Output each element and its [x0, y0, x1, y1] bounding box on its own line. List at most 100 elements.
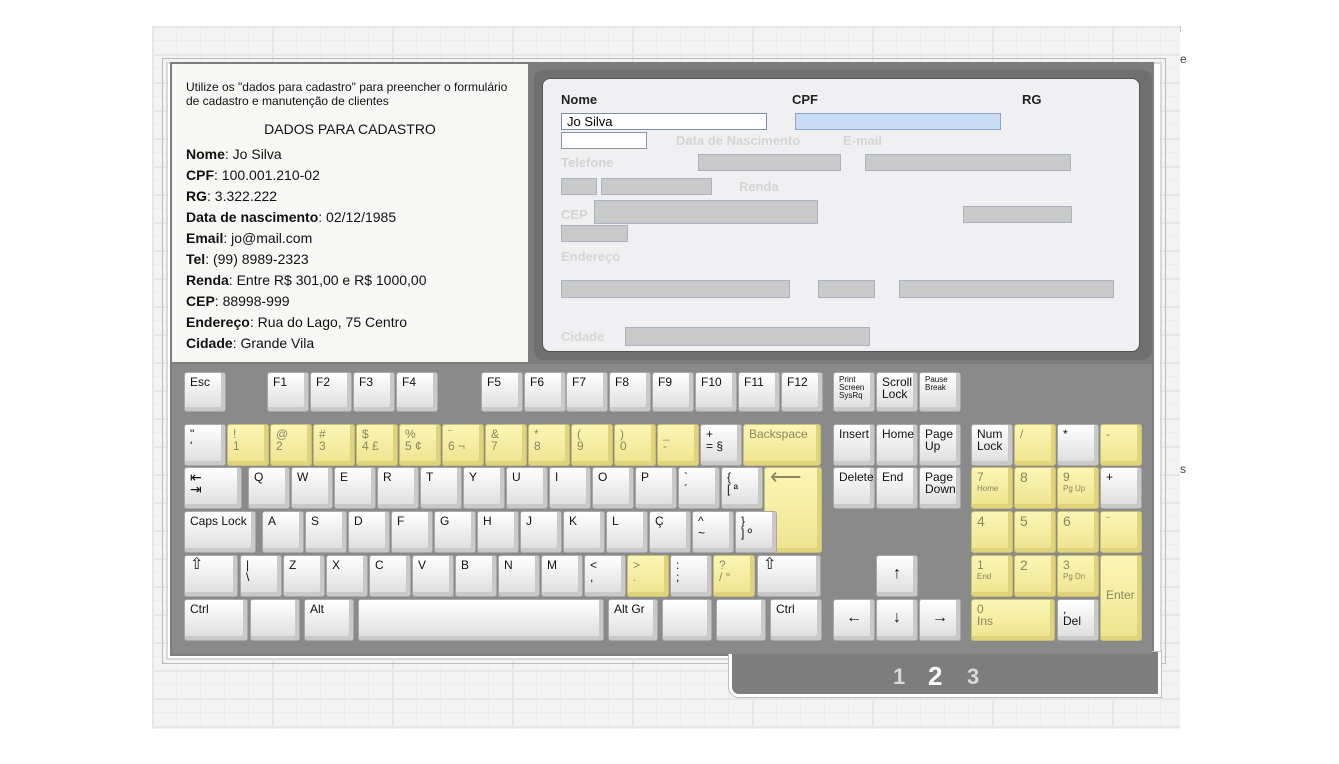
key-g[interactable]: G	[434, 511, 476, 553]
key-t[interactable]: T	[420, 467, 462, 509]
key-num-1[interactable]: ! 1	[227, 424, 269, 466]
page-2-current[interactable]: 2	[928, 661, 942, 692]
key-ctrl-left[interactable]: Ctrl	[184, 599, 248, 641]
key-f11[interactable]: F11	[738, 372, 780, 412]
key-pause-break[interactable]: Pause Break	[919, 372, 961, 412]
cpf-input[interactable]	[795, 113, 1001, 130]
numero-input[interactable]	[818, 280, 875, 298]
key-num-0[interactable]: 0 Ins	[971, 599, 1055, 641]
cep-suffix-input[interactable]	[561, 225, 628, 242]
key-f1[interactable]: F1	[267, 372, 309, 412]
key-num-2[interactable]: @2	[270, 424, 312, 466]
key-tab[interactable]: ⇤ ⇥	[184, 467, 242, 509]
key-z-row-1[interactable]: Z	[283, 555, 325, 597]
key-z-row-11[interactable]: ? / °	[713, 555, 755, 597]
key-arrow-left[interactable]: ←	[833, 599, 875, 641]
key-num-4[interactable]: 4	[971, 511, 1013, 553]
key-num-8[interactable]: * 8	[528, 424, 570, 466]
key-z-row-8[interactable]: <,	[584, 555, 626, 597]
key-num-4[interactable]: $4 £	[356, 424, 398, 466]
key-page-down[interactable]: Page Down	[919, 467, 961, 509]
cep-input[interactable]	[963, 206, 1072, 223]
key-a[interactable]: A	[262, 511, 304, 553]
key-menu[interactable]	[716, 599, 766, 641]
key-num-11[interactable]: _ -	[657, 424, 699, 466]
key-z-row-4[interactable]: V	[412, 555, 454, 597]
key-i[interactable]: I	[549, 467, 591, 509]
key-e[interactable]: E	[334, 467, 376, 509]
key-z-row-6[interactable]: N	[498, 555, 540, 597]
key-f8[interactable]: F8	[609, 372, 651, 412]
key-num-9[interactable]: (9	[571, 424, 613, 466]
key-num-del[interactable]: , Del	[1057, 599, 1099, 641]
key-num-8[interactable]: 8	[1014, 467, 1056, 509]
key-num-enter[interactable]: Enter	[1100, 555, 1142, 641]
key-page-up[interactable]: Page Up	[919, 424, 961, 466]
key-z-row-5[interactable]: B	[455, 555, 497, 597]
key-f6[interactable]: F6	[524, 372, 566, 412]
key-shift-right[interactable]: ⇧	[757, 555, 821, 597]
telefone-input[interactable]	[601, 178, 712, 195]
key-k[interactable]: K	[563, 511, 605, 553]
key-num-7[interactable]: & 7	[485, 424, 527, 466]
key-num-6[interactable]: ¨ 6 ¬	[442, 424, 484, 466]
ddd-input[interactable]	[561, 178, 597, 195]
key-num-slash[interactable]: /	[1014, 424, 1056, 466]
key-arrow-right[interactable]: →	[919, 599, 961, 641]
key-f10[interactable]: F10	[695, 372, 737, 412]
page-1-link[interactable]: 1	[893, 664, 905, 690]
key-alt[interactable]: Alt	[304, 599, 354, 641]
key-f12[interactable]: F12	[781, 372, 823, 412]
key-print-screen[interactable]: Print Screen SysRq	[833, 372, 875, 412]
key-f7[interactable]: F7	[566, 372, 608, 412]
key-q[interactable]: Q	[248, 467, 290, 509]
key-num-7[interactable]: 7 Home	[971, 467, 1013, 509]
key-z-row-0[interactable]: | \	[240, 555, 282, 597]
key-num-3[interactable]: #3	[313, 424, 355, 466]
endereco-input[interactable]	[561, 280, 790, 298]
key-num-6[interactable]: 6	[1057, 511, 1099, 553]
key-insert[interactable]: Insert	[833, 424, 875, 466]
renda-select[interactable]	[594, 200, 818, 224]
key-num-5[interactable]: % 5 ¢	[399, 424, 441, 466]
rg-input[interactable]	[561, 132, 647, 149]
key-brace-close[interactable]: }] º	[735, 511, 777, 553]
key-delete[interactable]: Delete	[833, 467, 875, 509]
key-c-cedilla[interactable]: Ç	[649, 511, 691, 553]
key-space[interactable]	[358, 599, 604, 641]
key-num-10[interactable]: ) 0	[614, 424, 656, 466]
key-s[interactable]: S	[305, 511, 347, 553]
key-z-row-2[interactable]: X	[326, 555, 368, 597]
key-num-9[interactable]: 9 Pg Up	[1057, 467, 1099, 509]
key-p[interactable]: P	[635, 467, 677, 509]
key-end[interactable]: End	[876, 467, 918, 509]
key-y[interactable]: Y	[463, 467, 505, 509]
key-o[interactable]: O	[592, 467, 634, 509]
key-f2[interactable]: F2	[310, 372, 352, 412]
key-num-2[interactable]: 2	[1014, 555, 1056, 597]
key-h[interactable]: H	[477, 511, 519, 553]
key-z-row-10[interactable]: :;	[670, 555, 712, 597]
key-w[interactable]: W	[291, 467, 333, 509]
key-caret[interactable]: ^ ~	[692, 511, 734, 553]
key-backspace[interactable]: Backspace	[743, 424, 821, 466]
key-scroll-lock[interactable]: Scroll Lock	[876, 372, 918, 412]
key-num-1[interactable]: 1 End	[971, 555, 1013, 597]
nascimento-input[interactable]	[698, 154, 841, 171]
key-u[interactable]: U	[506, 467, 548, 509]
key-f[interactable]: F	[391, 511, 433, 553]
key-num-comma[interactable]: ¨	[1100, 511, 1142, 553]
key-f9[interactable]: F9	[652, 372, 694, 412]
key-f5[interactable]: F5	[481, 372, 523, 412]
key-alt-gr[interactable]: Alt Gr	[608, 599, 658, 641]
key-f4[interactable]: F4	[396, 372, 438, 412]
key-num-plus[interactable]: +	[1100, 467, 1142, 509]
cidade-input[interactable]	[625, 327, 870, 346]
nome-input[interactable]: Jo Silva	[561, 113, 767, 130]
key-caps-lock[interactable]: Caps Lock	[184, 511, 256, 553]
key-num-3[interactable]: 3 Pg Dn	[1057, 555, 1099, 597]
key-grave[interactable]: ` ´	[678, 467, 720, 509]
key-d[interactable]: D	[348, 511, 390, 553]
key-num-12[interactable]: + = §	[700, 424, 742, 466]
key-arrow-down[interactable]: ↓	[876, 599, 918, 641]
